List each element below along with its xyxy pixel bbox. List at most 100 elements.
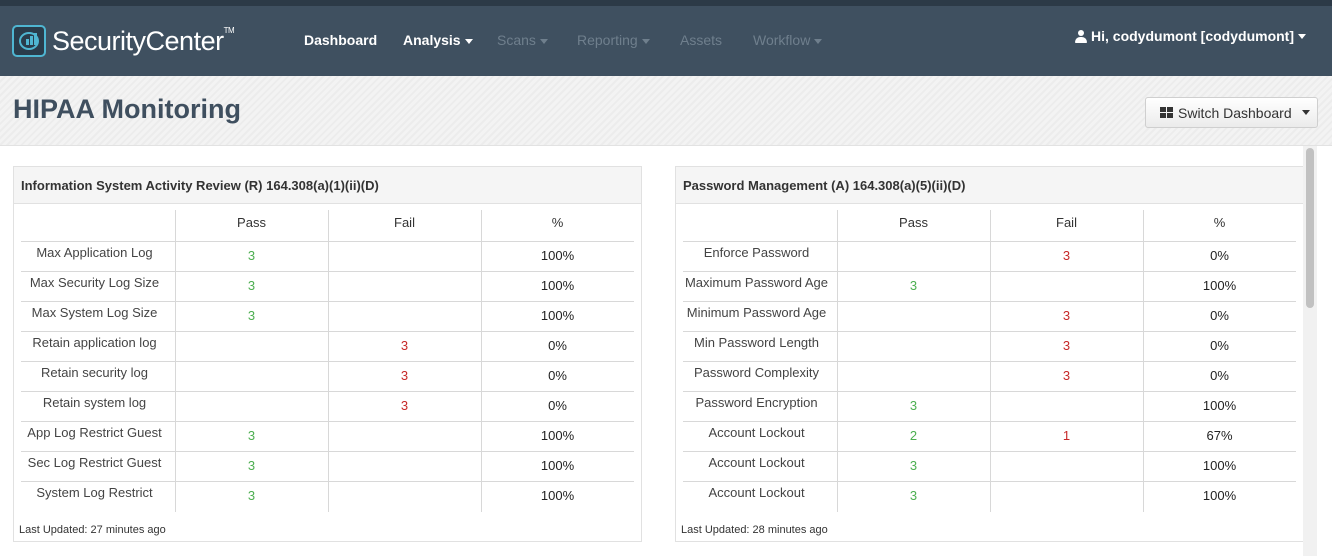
percent-value: 100% — [1202, 458, 1237, 473]
pass-count[interactable]: 3 — [837, 452, 990, 482]
fail-count[interactable] — [990, 272, 1143, 302]
row-label: Retain security log — [41, 365, 148, 380]
pass-count[interactable] — [175, 392, 328, 422]
logo[interactable]: SecurityCenterTM — [12, 24, 235, 58]
row-label: App Log Restrict Guest — [27, 425, 162, 440]
fail-count[interactable]: 3 — [990, 242, 1143, 272]
pass-count[interactable]: 3 — [837, 482, 990, 512]
pass-count[interactable] — [837, 332, 990, 362]
percent-value: 0% — [1210, 338, 1229, 353]
row-label: Max System Log Size — [31, 305, 158, 320]
caret-down-icon — [1301, 110, 1310, 115]
last-updated: Last Updated: 27 minutes ago — [19, 524, 166, 536]
row-label: Minimum Password Age — [686, 305, 827, 320]
column-header-pass: Pass — [175, 210, 328, 242]
fail-count[interactable]: 3 — [990, 332, 1143, 362]
percent-value: 100% — [540, 278, 575, 293]
pass-count[interactable] — [175, 332, 328, 362]
percent-value: 0% — [1210, 368, 1229, 383]
pass-count[interactable] — [175, 362, 328, 392]
pass-count[interactable]: 3 — [175, 302, 328, 332]
percent-value: 0% — [548, 368, 567, 383]
pass-count[interactable] — [837, 302, 990, 332]
pass-count[interactable]: 2 — [837, 422, 990, 452]
column-header-pass: Pass — [837, 210, 990, 242]
row-label: Sec Log Restrict Guest — [27, 455, 162, 470]
pass-count[interactable] — [837, 242, 990, 272]
column-header-percent: % — [1143, 210, 1296, 242]
percent-value: 0% — [548, 398, 567, 413]
percent-value: 100% — [540, 458, 575, 473]
scrollbar-thumb[interactable] — [1306, 148, 1314, 308]
pass-count[interactable] — [837, 362, 990, 392]
row-label: Enforce Password — [703, 245, 810, 260]
user-menu[interactable]: Hi, codydumont [codydumont] — [1075, 28, 1306, 44]
percent-value: 0% — [1210, 248, 1229, 263]
row-label: Min Password Length — [693, 335, 819, 350]
logo-text: SecurityCenterTM — [52, 25, 235, 56]
nav-scans[interactable]: Scans — [497, 32, 548, 48]
row-label: Account Lockout — [708, 425, 805, 440]
nav-analysis[interactable]: Analysis — [403, 32, 473, 48]
panel-title: Information System Activity Review (R) 1… — [14, 167, 641, 204]
caret-down-icon — [641, 38, 650, 44]
caret-down-icon — [814, 38, 823, 44]
panel-title: Password Management (A) 164.308(a)(5)(ii… — [676, 167, 1303, 204]
column-header-percent: % — [481, 210, 634, 242]
fail-count[interactable]: 1 — [990, 422, 1143, 452]
pass-count[interactable]: 3 — [175, 422, 328, 452]
panel-password-management: Password Management (A) 164.308(a)(5)(ii… — [675, 166, 1304, 542]
fail-count[interactable] — [328, 302, 481, 332]
pass-count[interactable]: 3 — [175, 452, 328, 482]
switch-dashboard-button[interactable]: Switch Dashboard — [1145, 97, 1318, 128]
fail-count[interactable]: 3 — [990, 302, 1143, 332]
caret-down-icon — [464, 38, 473, 44]
percent-value: 100% — [540, 248, 575, 263]
percent-value: 100% — [540, 488, 575, 503]
row-label: Max Security Log Size — [29, 275, 160, 290]
row-label: Maximum Password Age — [684, 275, 829, 290]
row-label: Retain application log — [32, 335, 157, 350]
nav-workflow[interactable]: Workflow — [753, 32, 823, 48]
row-label: Account Lockout — [708, 485, 805, 500]
pass-count[interactable]: 3 — [837, 272, 990, 302]
nav-dashboard[interactable]: Dashboard — [304, 32, 377, 48]
fail-count[interactable]: 3 — [328, 392, 481, 422]
pass-count[interactable]: 3 — [175, 272, 328, 302]
fail-count[interactable] — [328, 482, 481, 512]
switch-dashboard-label: Switch Dashboard — [1178, 104, 1292, 121]
pass-count[interactable]: 3 — [175, 482, 328, 512]
column-header-fail: Fail — [990, 210, 1143, 242]
page-title: HIPAA Monitoring — [13, 94, 241, 124]
row-label: Password Complexity — [694, 365, 819, 380]
fail-count[interactable] — [328, 452, 481, 482]
nav-assets[interactable]: Assets — [680, 32, 722, 48]
user-icon — [1075, 29, 1088, 43]
fail-count[interactable]: 3 — [990, 362, 1143, 392]
fail-count[interactable]: 3 — [328, 362, 481, 392]
fail-count[interactable] — [990, 452, 1143, 482]
grid-icon — [1160, 107, 1173, 118]
fail-count[interactable]: 3 — [328, 332, 481, 362]
percent-value: 100% — [1202, 398, 1237, 413]
percent-value: 100% — [1202, 488, 1237, 503]
column-header-fail: Fail — [328, 210, 481, 242]
fail-count[interactable] — [328, 272, 481, 302]
logo-icon — [12, 25, 46, 57]
panel-activity-review: Information System Activity Review (R) 1… — [13, 166, 642, 542]
percent-value: 100% — [540, 428, 575, 443]
nav-reporting[interactable]: Reporting — [577, 32, 650, 48]
last-updated: Last Updated: 28 minutes ago — [681, 524, 828, 536]
pass-count[interactable]: 3 — [175, 242, 328, 272]
row-label: Account Lockout — [708, 455, 805, 470]
fail-count[interactable] — [328, 422, 481, 452]
fail-count[interactable] — [328, 242, 481, 272]
page-header: HIPAA Monitoring Switch Dashboard — [0, 76, 1332, 146]
row-label: Password Encryption — [695, 395, 818, 410]
fail-count[interactable] — [990, 392, 1143, 422]
fail-count[interactable] — [990, 482, 1143, 512]
pass-count[interactable]: 3 — [837, 392, 990, 422]
percent-value: 100% — [540, 308, 575, 323]
percent-value: 0% — [1210, 308, 1229, 323]
scrollbar[interactable] — [1303, 146, 1317, 556]
